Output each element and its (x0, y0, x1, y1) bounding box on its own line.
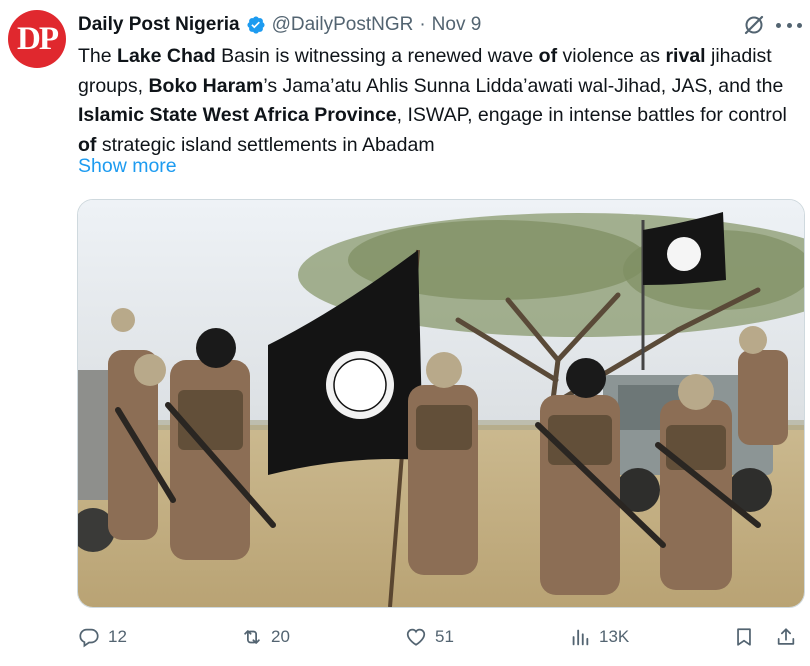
tweet-text-span: violence as (557, 45, 666, 67)
repost-button[interactable]: 20 (241, 626, 290, 648)
tweet-text-span: The (78, 45, 118, 67)
photo-militants-with-flags (78, 200, 804, 607)
repost-count: 20 (271, 627, 290, 646)
bookmark-icon (737, 628, 751, 646)
show-more-link[interactable]: Show more (78, 155, 177, 178)
tweet-text-bold: of (538, 45, 558, 67)
tweet-text-bold: of (78, 133, 97, 156)
like-count: 51 (435, 627, 454, 646)
grok-icon[interactable] (742, 13, 766, 37)
author-handle[interactable]: @DailyPostNGR (272, 14, 414, 36)
avatar[interactable]: DP (8, 10, 66, 68)
reply-icon (79, 628, 99, 648)
bookmark-button[interactable] (733, 626, 755, 648)
views-count: 13K (599, 627, 630, 646)
repost-icon (244, 630, 260, 644)
separator-dot: · (419, 14, 426, 35)
share-icon (777, 628, 795, 645)
more-options-icon[interactable] (776, 13, 802, 37)
share-button[interactable] (775, 626, 797, 648)
verified-badge-icon (247, 16, 265, 34)
views-button[interactable]: 13K (569, 626, 629, 648)
tweet-text-bold: rival (665, 45, 706, 67)
tweet-actions: 12 20 51 13K (78, 620, 806, 656)
tweet-text-bold: Islamic State West Africa Province (78, 104, 397, 126)
tweet-text-span: , ISWAP, engage in intense battles for c… (396, 104, 787, 126)
reply-count: 12 (108, 627, 127, 646)
tweet-text: The Lake Chad Basin is witnessing a rene… (78, 42, 806, 160)
tweet-text-span: Basin is witnessing a renewed wave (215, 45, 539, 67)
tweet-date[interactable]: Nov 9 (432, 14, 482, 36)
tweet-text-span: strategic island settlements in Abadam (96, 133, 435, 156)
author-name[interactable]: Daily Post Nigeria (78, 14, 240, 36)
tweet-header: Daily Post Nigeria @DailyPostNGR · Nov 9 (78, 12, 770, 38)
tweet-text-span: ’s Jama’atu Ahlis Sunna Lidda’awati wal-… (263, 74, 784, 97)
tweet-text-bold: Lake Chad (117, 45, 216, 67)
tweet-photo[interactable] (77, 199, 805, 608)
reply-button[interactable]: 12 (78, 626, 127, 648)
views-chart-icon (572, 629, 589, 646)
like-button[interactable]: 51 (405, 626, 454, 648)
heart-icon (406, 628, 426, 646)
tweet-text-bold: Boko Haram (148, 74, 264, 97)
